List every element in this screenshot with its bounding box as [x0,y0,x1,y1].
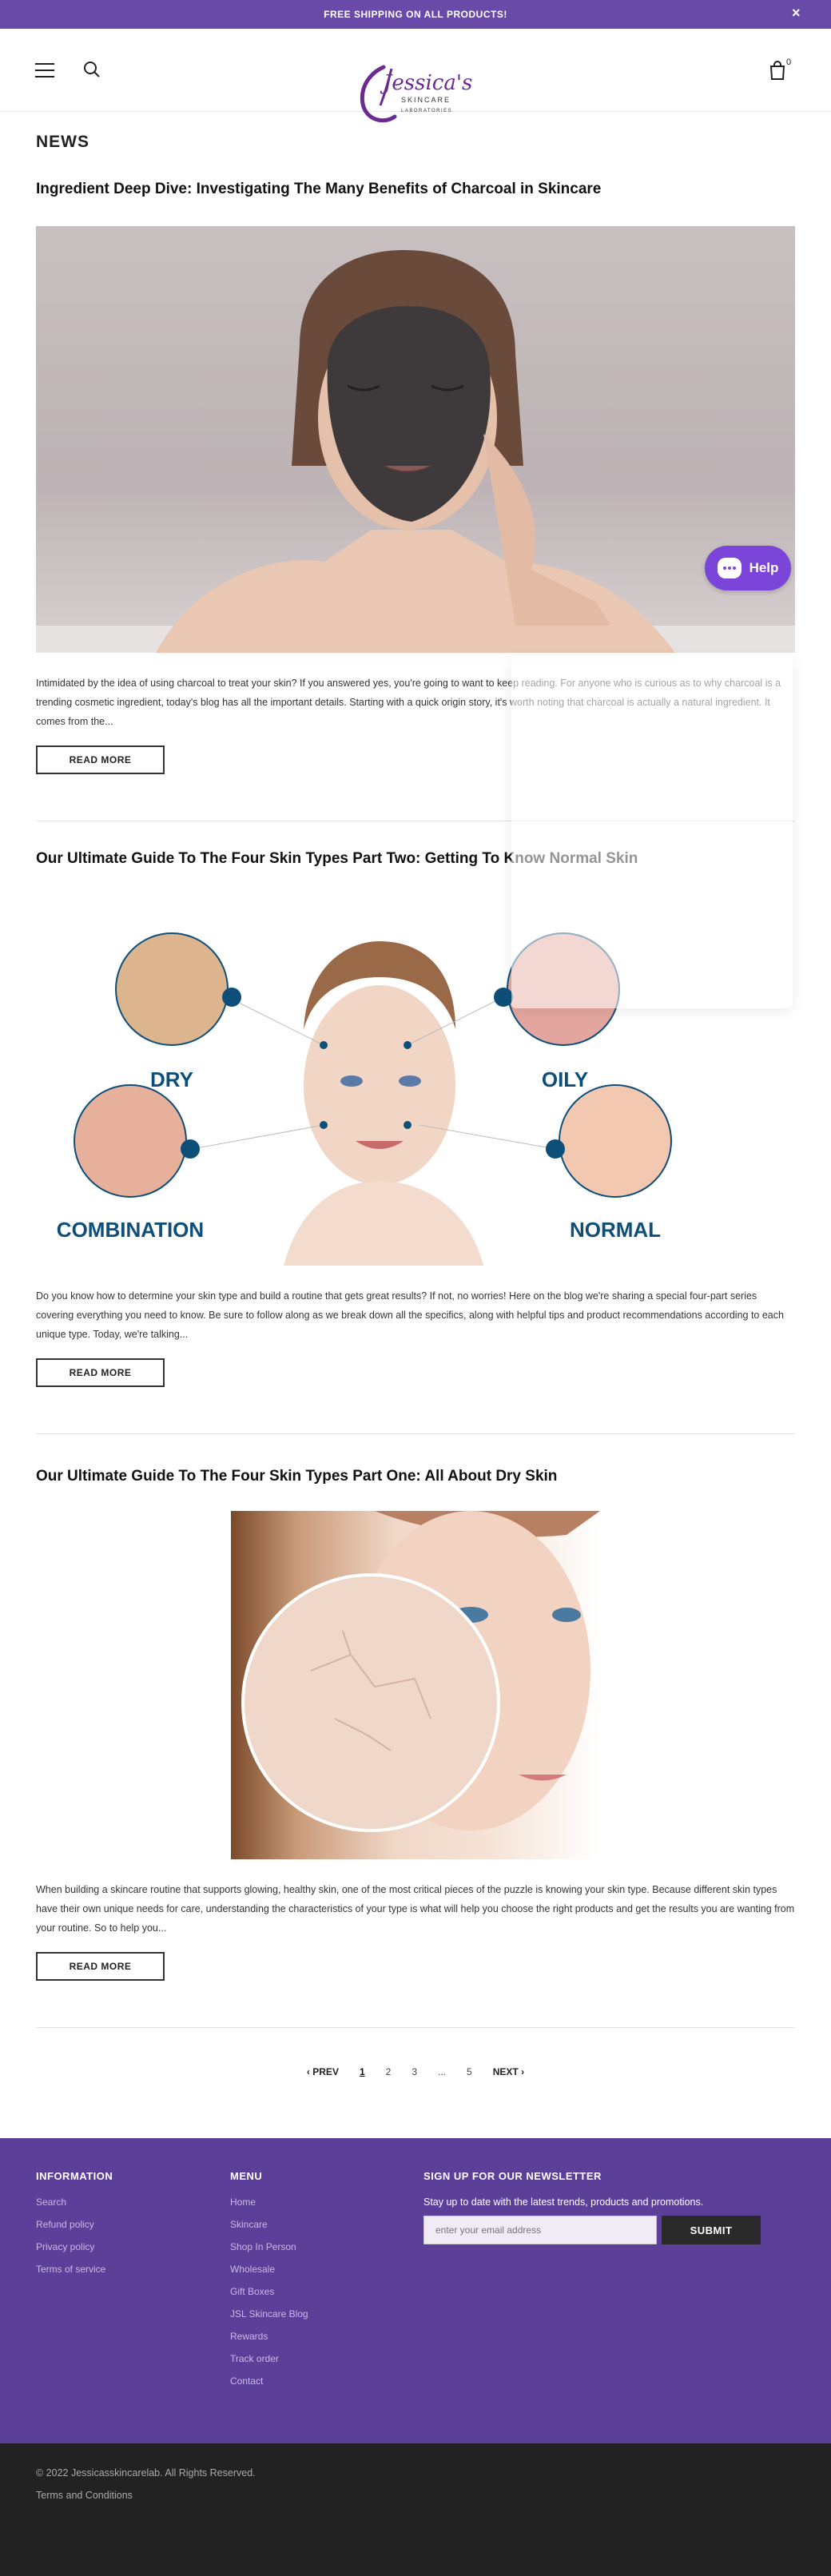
newsletter-text: Stay up to date with the latest trends, … [423,2196,704,2208]
announcement-text: FREE SHIPPING ON ALL PRODUCTS! [324,9,507,20]
prev-button[interactable]: ‹ PREV [307,2066,339,2077]
chevron-right-icon: › [518,2066,525,2077]
article-image-charcoal-mask[interactable] [36,226,795,653]
footer-link-home[interactable]: Home [230,2196,308,2208]
page-title: NEWS [36,133,89,151]
article-title[interactable]: Our Ultimate Guide To The Four Skin Type… [36,1466,795,1487]
footer-link-contact[interactable]: Contact [230,2375,308,2387]
article-image-dry-skin[interactable] [231,1511,600,1859]
chat-panel-shadow [511,655,793,1008]
footer-heading: SIGN UP FOR OUR NEWSLETTER [423,2170,602,2182]
footer-link-wholesale[interactable]: Wholesale [230,2264,308,2275]
help-label: Help [749,560,779,575]
page-1-link[interactable]: 1 [360,2066,365,2077]
newsletter-submit-button[interactable]: SUBMIT [662,2216,761,2244]
newsletter-form: SUBMIT [423,2216,761,2244]
next-label: NEXT [492,2066,519,2077]
blog-list: NEWS Ingredient Deep Dive: Investigating… [0,133,831,2077]
prev-label: PREV [312,2066,339,2077]
footer-link-search[interactable]: Search [36,2196,113,2208]
site-header: Jessica's SKINCARE LABORATORIES 0 [0,29,831,123]
copyright: © 2022 Jessicasskincarelab. All Rights R… [36,2467,256,2479]
footer-bottom: © 2022 Jessicasskincarelab. All Rights R… [0,2443,831,2576]
read-more-button[interactable]: READ MORE [36,1952,165,1981]
svg-text:LABORATORIES: LABORATORIES [401,109,452,113]
footer-menu: MENU Home Skincare Shop In Person Wholes… [230,2170,308,2398]
footer-link-rewards[interactable]: Rewards [230,2331,308,2342]
page-3-link[interactable]: 3 [412,2066,417,2077]
page: FREE SHIPPING ON ALL PRODUCTS! × Jessica… [0,0,831,2576]
page-5-link[interactable]: 5 [467,2066,472,2077]
footer-heading: MENU [230,2170,263,2182]
close-icon[interactable]: × [792,5,801,22]
svg-text:COMBINATION: COMBINATION [57,1218,204,1242]
svg-text:SKINCARE: SKINCARE [401,96,451,104]
svg-text:NORMAL: NORMAL [570,1218,661,1242]
pagination-ellipsis: ... [438,2066,447,2077]
page-2-link[interactable]: 2 [386,2066,392,2077]
footer-link-refund[interactable]: Refund policy [36,2219,113,2230]
article-excerpt: When building a skincare routine that su… [36,1884,795,1934]
next-button[interactable]: NEXT › [493,2066,524,2077]
footer-information: INFORMATION Search Refund policy Privacy… [36,2170,113,2286]
footer-link-gift-boxes[interactable]: Gift Boxes [230,2286,308,2297]
divider [36,1433,795,1434]
terms-link[interactable]: Terms and Conditions [36,2490,133,2501]
divider [36,2027,795,2028]
bag-icon [769,61,785,80]
footer-link-terms[interactable]: Terms of service [36,2264,113,2275]
footer-link-privacy[interactable]: Privacy policy [36,2241,113,2252]
menu-icon[interactable] [35,63,54,78]
svg-text:DRY: DRY [150,1067,193,1091]
footer-link-track-order[interactable]: Track order [230,2353,308,2364]
footer-heading: INFORMATION [36,2170,113,2182]
read-more-button[interactable]: READ MORE [36,1358,165,1387]
footer-link-blog[interactable]: JSL Skincare Blog [230,2308,308,2320]
search-icon[interactable] [83,61,101,78]
read-more-button[interactable]: READ MORE [36,745,165,774]
cart-button[interactable]: 0 [769,58,792,80]
article-excerpt: Do you know how to determine your skin t… [36,1290,784,1340]
announcement-bar: FREE SHIPPING ON ALL PRODUCTS! × [0,0,831,29]
site-logo[interactable]: Jessica's SKINCARE LABORATORIES [356,64,475,128]
chat-bubble-icon [717,558,742,578]
help-chat-button[interactable]: Help [705,546,791,590]
footer-link-skincare[interactable]: Skincare [230,2219,308,2230]
svg-text:OILY: OILY [542,1067,588,1091]
cart-count: 0 [786,58,792,67]
footer-link-shop-in-person[interactable]: Shop In Person [230,2241,308,2252]
footer-newsletter: SIGN UP FOR OUR NEWSLETTER Stay up to da… [423,2170,761,2244]
site-footer: INFORMATION Search Refund policy Privacy… [0,2138,831,2443]
article-title[interactable]: Ingredient Deep Dive: Investigating The … [36,179,795,200]
svg-text:Jessica's: Jessica's [380,71,472,95]
article-3: Our Ultimate Guide To The Four Skin Type… [36,1466,795,2028]
pagination: ‹ PREV 1 2 3 ... 5 NEXT › [36,2066,795,2077]
newsletter-email-input[interactable] [423,2216,657,2244]
